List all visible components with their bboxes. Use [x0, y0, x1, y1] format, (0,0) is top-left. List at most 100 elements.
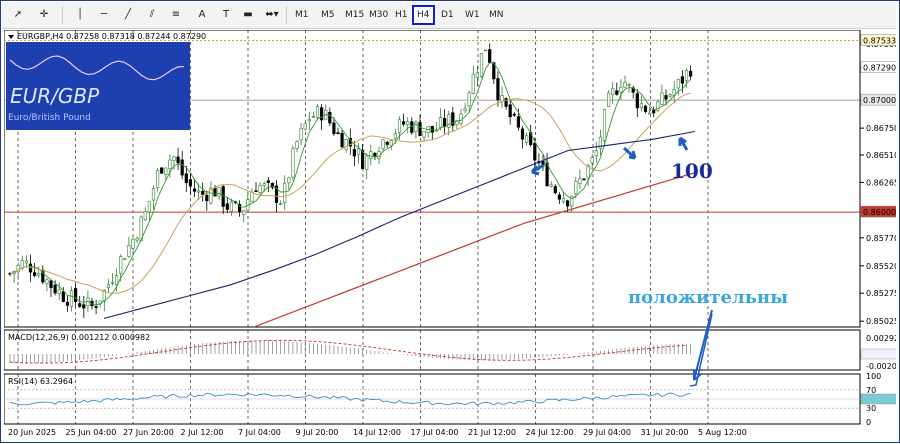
candle-body	[414, 121, 418, 132]
trendline-icon[interactable]: ╱	[118, 5, 138, 25]
candle-body	[369, 151, 373, 159]
candle-body	[74, 288, 78, 302]
rsi-axis-label: 30	[866, 404, 876, 413]
shapes-dropdown-icon[interactable]: ⬌▾	[262, 5, 282, 25]
candle-body	[664, 95, 668, 100]
candle-body	[336, 132, 340, 134]
candle-body	[401, 121, 406, 125]
candle-body	[37, 273, 41, 276]
timeframe-d1-button[interactable]: D1	[438, 5, 457, 25]
toolbar: ➚ ✛ │ ─ ╱ ⫽ ≡ A T ▬ ⬌▾ M1 M5 M15 M30 H1 H4 D1 W…	[2, 2, 896, 29]
candle-body	[45, 279, 49, 284]
candle-body	[57, 289, 61, 294]
candle-body	[561, 198, 566, 203]
candle-body	[389, 140, 393, 146]
timeframe-m30-button[interactable]: M30	[366, 5, 391, 25]
positive-word-annotation: положительны	[628, 287, 788, 308]
candle-body	[197, 190, 201, 193]
timeframe-m5-button[interactable]: M5	[318, 5, 338, 25]
candle-body	[578, 178, 582, 184]
price-axis-label: 0.85520	[866, 262, 896, 271]
candle-body	[168, 159, 172, 170]
candle-body	[602, 109, 607, 141]
candle-body	[442, 118, 447, 128]
candle-body	[24, 260, 29, 264]
candle-body	[119, 256, 123, 274]
current-price-label: 0.87290	[863, 64, 896, 73]
candle-body	[557, 194, 561, 200]
timeframe-mn-button[interactable]: MN	[486, 5, 507, 25]
candle-body	[611, 88, 615, 95]
macd-label: MACD(12,26,9) 0.001212 0.000982	[8, 333, 150, 342]
rsi-axis-label: 0	[866, 418, 871, 427]
logo-title: EUR/GBP	[10, 84, 100, 108]
candle-body	[94, 306, 98, 308]
candle-body	[647, 112, 652, 115]
cursor-icon[interactable]: ➚	[8, 5, 28, 25]
candle-body	[164, 167, 168, 175]
candle-body	[303, 123, 307, 130]
candle-body	[299, 127, 303, 141]
candle-body	[479, 53, 484, 77]
candle-body	[184, 173, 188, 184]
candle-body	[283, 182, 287, 204]
time-axis-label: 20 Jun 2025	[8, 428, 56, 437]
candle-body	[65, 301, 69, 306]
candle-body	[496, 78, 500, 101]
rsi-axis-label: 100	[866, 372, 881, 381]
candle-body	[553, 186, 557, 194]
candle-body	[438, 117, 443, 129]
candle-body	[332, 122, 336, 135]
candle-body	[295, 141, 299, 149]
fibonacci-icon[interactable]: ≡	[166, 5, 186, 25]
time-axis-label: 27 Jun 20:00	[123, 428, 174, 437]
text-tool-button[interactable]: A	[192, 5, 212, 25]
candle-body	[352, 149, 357, 157]
candle-body	[615, 90, 619, 95]
candle-body	[639, 103, 643, 109]
time-axis-label: 29 Jul 04:00	[583, 428, 631, 437]
price-axis-label: 0.85770	[866, 234, 896, 243]
candle-body	[365, 155, 369, 170]
channel-icon[interactable]: ⫽	[142, 5, 162, 25]
macd-zero-box	[860, 348, 898, 360]
timeframe-h4-button[interactable]: H4	[412, 5, 435, 25]
candle-body	[110, 282, 115, 284]
arrow-left-annotation	[530, 163, 545, 176]
time-axis-label: 7 Jul 04:00	[238, 428, 281, 437]
timeframe-m1-button[interactable]: M1	[292, 5, 312, 25]
candle-body	[176, 156, 180, 164]
candle-body	[623, 82, 627, 88]
chart-area[interactable]: 20 Jun 2025 25 Jun 04:00 27 Jun 20:00 2 Jul…	[3, 29, 900, 444]
toolbar-separator	[62, 6, 63, 24]
candle-body	[594, 150, 598, 157]
time-axis-label: 21 Jul 12:00	[468, 428, 516, 437]
red-level-label: 0.86000	[863, 208, 896, 217]
candle-body	[627, 84, 631, 86]
candle-body	[574, 180, 578, 194]
candle-body	[192, 188, 197, 192]
logo-subtitle: Euro/British Pound	[8, 113, 91, 123]
price-chart[interactable]: 20 Jun 2025 25 Jun 04:00 27 Jun 20:00 2 Jul…	[3, 29, 900, 440]
candle-body	[61, 291, 65, 302]
timeframe-h1-button[interactable]: H1	[392, 5, 411, 25]
candle-body	[291, 148, 295, 178]
crosshair-icon[interactable]: ✛	[34, 5, 54, 25]
vertical-line-icon[interactable]: │	[70, 5, 90, 25]
collapse-triangle-icon	[8, 35, 14, 39]
candle-body	[143, 211, 147, 221]
candle-body	[131, 238, 135, 249]
candle-body	[533, 143, 537, 161]
horizontal-line-icon[interactable]: ─	[94, 5, 114, 25]
candle-body	[135, 238, 139, 241]
rectangle-icon[interactable]: ▬	[238, 5, 258, 25]
label-tool-button[interactable]: T	[216, 5, 236, 25]
candle-body	[520, 128, 525, 140]
timeframe-w1-button[interactable]: W1	[462, 5, 483, 25]
candle-body	[225, 203, 229, 210]
timeframe-m15-button[interactable]: M15	[342, 5, 367, 25]
candle-body	[606, 92, 611, 107]
time-axis-label: 14 Jul 12:00	[353, 428, 401, 437]
candle-body	[467, 92, 471, 107]
time-axis-label: 24 Jul 12:00	[526, 428, 574, 437]
